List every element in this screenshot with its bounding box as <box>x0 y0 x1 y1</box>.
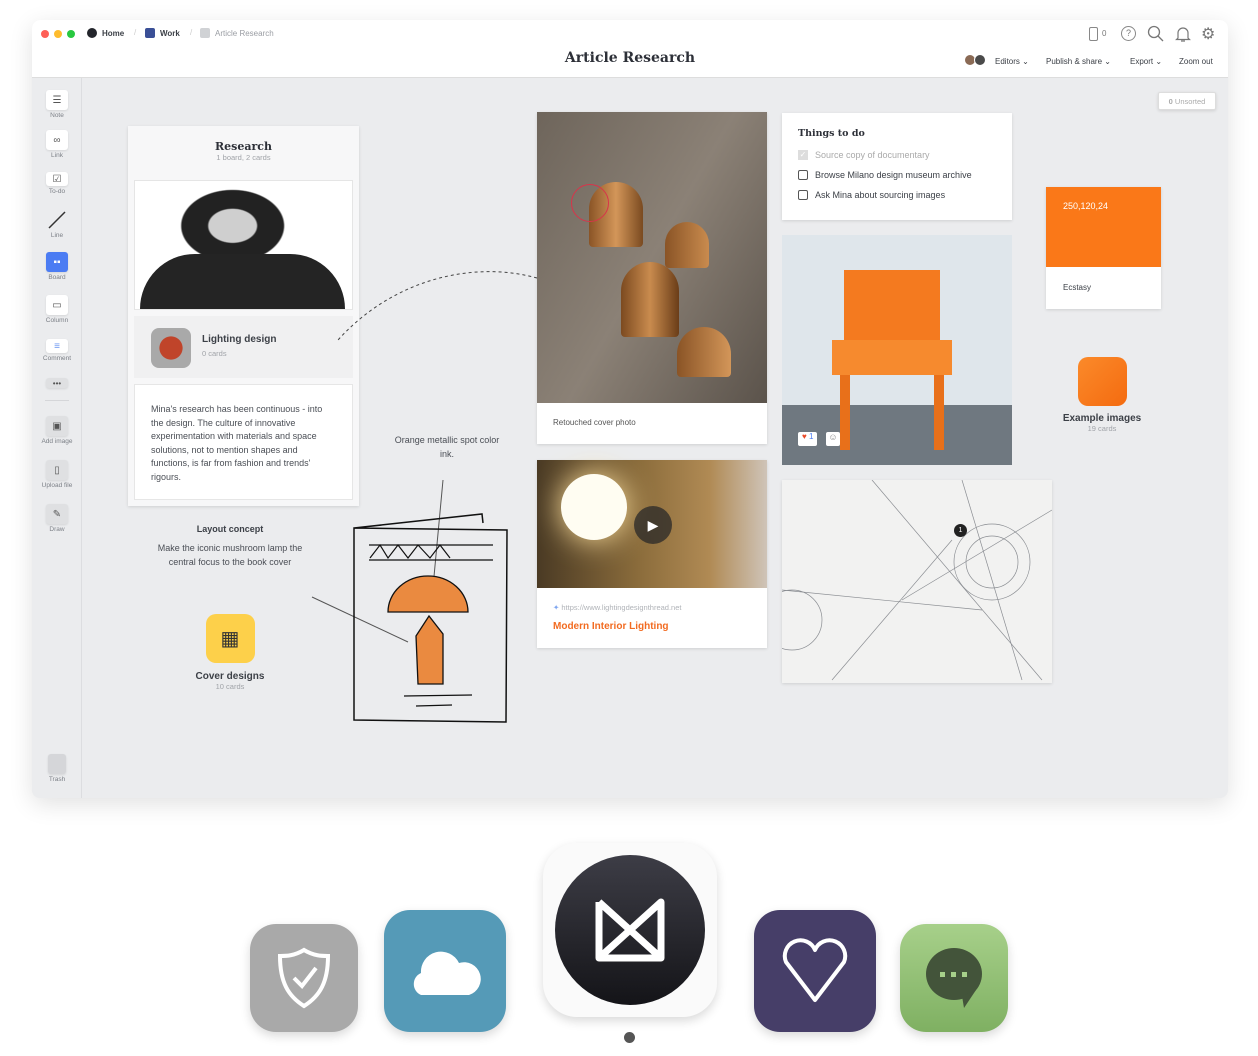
video-thumbnail: ▶ <box>537 460 767 588</box>
shield-app-icon[interactable] <box>250 924 358 1032</box>
chair-seat <box>832 340 952 375</box>
cloud-app-icon[interactable] <box>384 910 506 1032</box>
lamp-shape <box>665 222 709 268</box>
active-app-indicator <box>624 1032 635 1043</box>
subtitle-scribble <box>403 694 473 707</box>
globe-lamp <box>561 474 627 540</box>
board-count: 19 cards <box>1087 424 1117 433</box>
example-images-board[interactable]: Example images 19 cards <box>1042 357 1162 433</box>
chair-back <box>844 270 940 345</box>
swatch-name: Ecstasy <box>1063 283 1092 292</box>
title-scribble <box>369 543 493 561</box>
todo-item[interactable]: Browse Milano design museum archive <box>798 170 972 180</box>
favicon-icon: ✦ <box>553 603 560 612</box>
todo-label: Source copy of documentary <box>815 150 930 160</box>
color-swatch-card[interactable]: 250,120,24 Ecstasy <box>1046 187 1161 309</box>
dashed-connector <box>337 271 538 341</box>
cloud-icon <box>413 951 481 995</box>
todo-title: Things to do <box>798 128 865 139</box>
todo-label: Browse Milano design museum archive <box>815 170 972 180</box>
heart-icon <box>782 938 848 1002</box>
cover-photo-card[interactable]: Retouched cover photo <box>537 112 767 444</box>
chair-photo[interactable]: ♥ 1 ☺ <box>782 235 1012 465</box>
checkbox[interactable] <box>798 190 808 200</box>
board-title: Example images <box>1062 413 1142 424</box>
blueprint-drawing <box>761 479 1053 681</box>
app-window: Home / Work / Article Research Article R… <box>32 20 1228 798</box>
chair-leg <box>840 375 850 450</box>
lamps-photo <box>537 112 767 403</box>
milanote-logo <box>555 855 705 1005</box>
todo-item[interactable]: ✓ Source copy of documentary <box>798 150 930 160</box>
lamp-shape <box>621 262 679 337</box>
blueprint-image[interactable]: 1 <box>761 479 1053 683</box>
reaction-count: 1 <box>808 432 814 441</box>
checkbox[interactable] <box>798 170 808 180</box>
shield-check-icon <box>277 947 331 1009</box>
swatch-value: 250,120,24 <box>1063 201 1109 211</box>
todo-label: Ask Mina about sourcing images <box>815 190 946 200</box>
chair-leg <box>934 375 944 450</box>
add-reaction-icon[interactable]: ☺ <box>826 432 840 446</box>
lamp-shade-sketch <box>387 575 469 613</box>
milanote-app-icon[interactable] <box>543 843 717 1017</box>
swatch-color <box>1046 187 1161 267</box>
board-thumbnail <box>1077 357 1127 406</box>
annotation-circle <box>571 184 609 222</box>
comment-marker[interactable]: 1 <box>954 524 967 537</box>
link-title[interactable]: Modern Interior Lighting <box>553 621 669 632</box>
photo-caption: Retouched cover photo <box>553 418 636 427</box>
heart-reaction[interactable]: ♥ 1 <box>798 432 818 446</box>
checkbox-checked[interactable]: ✓ <box>798 150 808 160</box>
url-text: https://www.lightingdesignthread.net <box>561 603 682 612</box>
link-card[interactable]: ▶ ✦ https://www.lightingdesignthread.net… <box>537 460 767 648</box>
play-icon[interactable]: ▶ <box>634 506 672 544</box>
todo-card[interactable]: Things to do ✓ Source copy of documentary… <box>782 113 1012 220</box>
link-url[interactable]: ✦ https://www.lightingdesignthread.net <box>553 603 681 612</box>
lamp-base-sketch <box>415 614 444 685</box>
chat-app-icon[interactable] <box>900 924 1008 1032</box>
chat-bubble-icon <box>926 948 982 1008</box>
lamp-shape <box>677 327 731 377</box>
todo-item[interactable]: Ask Mina about sourcing images <box>798 190 945 200</box>
heart-icon: ♥ <box>802 432 807 441</box>
heart-app-icon[interactable] <box>754 910 876 1032</box>
